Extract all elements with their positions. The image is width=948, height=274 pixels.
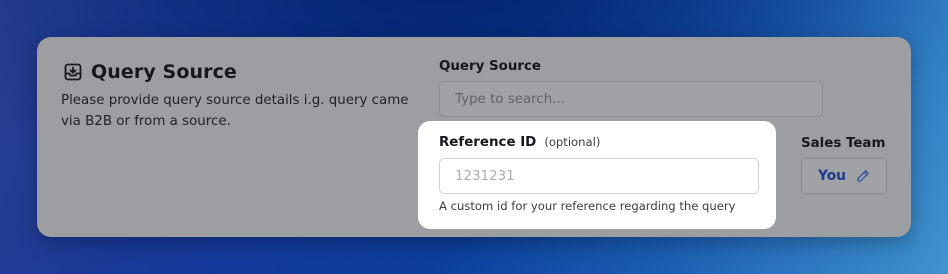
query-source-search-input[interactable]: [439, 81, 823, 117]
section-description: Please provide query source details i.g.…: [61, 93, 409, 129]
sales-team-value: You: [817, 168, 847, 184]
sales-team-button[interactable]: You: [801, 158, 887, 194]
reference-id-label-row: Reference ID (optional): [439, 135, 600, 150]
section-title: Query Source: [91, 61, 237, 83]
reference-id-input[interactable]: [439, 158, 759, 194]
reference-id-label: Reference ID: [439, 135, 537, 150]
query-source-label: Query Source: [439, 59, 541, 74]
reference-id-panel: Reference ID (optional) A custom id for …: [418, 121, 776, 229]
pencil-icon: [856, 169, 870, 183]
inbox-download-icon: [63, 62, 83, 82]
sales-team-label: Sales Team: [801, 136, 886, 151]
reference-id-help-text: A custom id for your reference regarding…: [439, 199, 736, 213]
optional-tag: (optional): [544, 135, 601, 149]
section-header: Query Source: [63, 61, 237, 83]
